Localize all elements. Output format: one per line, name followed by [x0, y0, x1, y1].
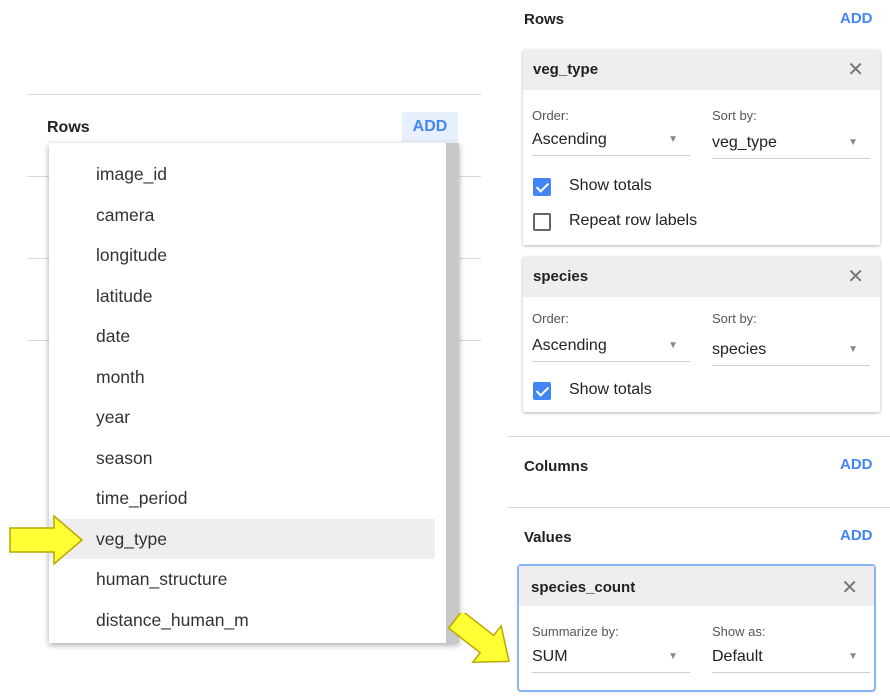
card-header: species ✕ [523, 257, 880, 297]
rows-section-label: Rows [524, 11, 565, 28]
dropdown-item[interactable]: veg_type [49, 518, 435, 559]
divider [507, 436, 890, 437]
divider [507, 507, 890, 508]
show-totals-label: Show totals [569, 381, 652, 398]
order-label: Order: [532, 108, 569, 123]
dropdown-item[interactable]: image_id [49, 154, 435, 195]
caret-down-icon: ▼ [668, 134, 678, 145]
card-title: veg_type [533, 61, 599, 78]
dropdown-item[interactable]: latitude [49, 276, 435, 317]
show-as-value: Default [712, 648, 763, 665]
repeat-row-labels-label: Repeat row labels [569, 212, 698, 229]
caret-down-icon: ▼ [848, 651, 858, 662]
divider [27, 258, 51, 259]
dropdown-item[interactable]: longitude [49, 235, 435, 276]
sort-by-value: species [712, 341, 767, 358]
add-column-button[interactable]: ADD [840, 456, 873, 473]
divider [459, 176, 481, 177]
divider [459, 258, 481, 259]
add-row-button[interactable]: ADD [402, 112, 458, 142]
checkbox-checked-icon[interactable] [533, 382, 551, 400]
dropdown-item[interactable]: season [49, 438, 435, 479]
divider [459, 340, 481, 341]
order-select[interactable]: Ascending ▼ [532, 129, 690, 156]
caret-down-icon: ▼ [848, 344, 858, 355]
checkbox-unchecked-icon[interactable] [533, 213, 551, 231]
caret-down-icon: ▼ [668, 651, 678, 662]
dropdown-item[interactable]: date [49, 316, 435, 357]
sort-by-label: Sort by: [712, 108, 757, 123]
order-value: Ascending [532, 337, 607, 354]
columns-section-label: Columns [524, 458, 589, 475]
add-row-button[interactable]: ADD [840, 10, 873, 27]
show-as-select[interactable]: Default ▼ [712, 646, 870, 673]
order-label: Order: [532, 311, 569, 326]
left-pivot-editor: Rows ADD image_id camera longitude latitude… [0, 0, 485, 698]
dropdown-scrollbar[interactable] [446, 143, 459, 643]
values-section-label: Values [524, 529, 572, 546]
sort-by-select[interactable]: species ▼ [712, 339, 870, 366]
summarize-by-select[interactable]: SUM ▼ [532, 646, 690, 673]
add-value-button[interactable]: ADD [840, 527, 873, 544]
sort-by-select[interactable]: veg_type ▼ [712, 132, 870, 159]
card-header: veg_type ✕ [523, 50, 880, 90]
dropdown-item[interactable]: time_period [49, 478, 435, 519]
yellow-arrow-icon [9, 514, 84, 566]
divider [27, 94, 481, 95]
summarize-by-label: Summarize by: [532, 624, 619, 639]
show-as-label: Show as: [712, 624, 766, 639]
dropdown-item[interactable]: camera [49, 195, 435, 236]
show-totals-label: Show totals [569, 177, 652, 194]
dropdown-item[interactable]: month [49, 357, 435, 398]
dropdown-item[interactable]: year [49, 397, 435, 438]
value-card-species-count: species_count ✕ Summarize by: SUM ▼ Show… [517, 564, 876, 692]
field-list: image_id camera longitude latitude date month… [49, 154, 435, 640]
row-card-veg-type: veg_type ✕ Order: Ascending ▼ Sort by: v… [523, 50, 880, 245]
caret-down-icon: ▼ [668, 340, 678, 351]
close-icon[interactable]: ✕ [847, 264, 864, 289]
summarize-by-value: SUM [532, 648, 568, 665]
divider [27, 176, 51, 177]
order-select[interactable]: Ascending ▼ [532, 335, 690, 362]
checkbox-checked-icon[interactable] [533, 178, 551, 196]
field-dropdown-menu: image_id camera longitude latitude date month… [49, 143, 459, 643]
card-title: species [533, 268, 589, 285]
row-card-species: species ✕ Order: Ascending ▼ Sort by: sp… [523, 257, 880, 412]
caret-down-icon: ▼ [848, 137, 858, 148]
dropdown-item[interactable]: human_structure [49, 559, 435, 600]
order-value: Ascending [532, 131, 607, 148]
card-header: species_count ✕ [519, 566, 874, 606]
dropdown-item[interactable]: distance_human_m [49, 600, 435, 641]
yellow-arrow-icon [447, 613, 510, 663]
close-icon[interactable]: ✕ [847, 57, 864, 82]
card-title: species_count [531, 579, 636, 596]
rows-section-label: Rows [47, 119, 90, 136]
sort-by-label: Sort by: [712, 311, 757, 326]
close-icon[interactable]: ✕ [841, 575, 858, 600]
divider [27, 340, 51, 341]
sort-by-value: veg_type [712, 134, 777, 151]
